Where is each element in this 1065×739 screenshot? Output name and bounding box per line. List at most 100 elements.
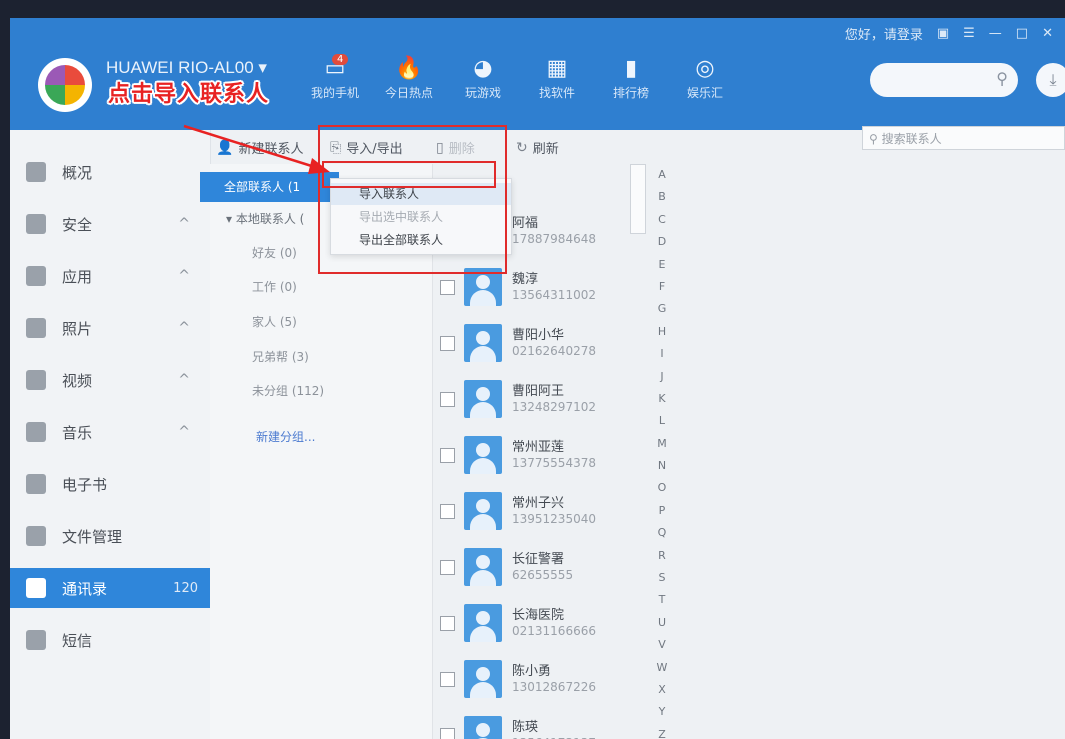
alpha-letter[interactable]: M	[652, 437, 672, 459]
alpha-letter[interactable]: F	[652, 280, 672, 302]
contact-checkbox[interactable]	[440, 728, 455, 739]
contact-checkbox[interactable]	[440, 392, 455, 407]
alpha-letter[interactable]: Y	[652, 705, 672, 727]
app-window: 您好，请登录 ▣ ☰ — □ ✕ HUAWEI RIO-AL00 ▾ ▭ 4 我…	[10, 18, 1065, 739]
avatar	[464, 660, 502, 698]
alpha-letter[interactable]: O	[652, 481, 672, 503]
contact-checkbox[interactable]	[440, 672, 455, 687]
nav-software[interactable]: ▦ 找软件	[520, 54, 594, 101]
group-family[interactable]: 家人 (5)	[252, 313, 297, 330]
minimize-icon[interactable]: —	[989, 26, 1002, 41]
alpha-letter[interactable]: S	[652, 571, 672, 593]
alpha-letter[interactable]: Q	[652, 526, 672, 548]
list-item[interactable]: 曹阳小华 02162640278	[432, 318, 632, 374]
contact-checkbox[interactable]	[440, 560, 455, 575]
group-friends[interactable]: 好友 (0)	[252, 244, 297, 261]
nav-hot-news[interactable]: 🔥 今日热点	[372, 54, 446, 101]
grid-icon	[26, 266, 46, 286]
list-item[interactable]: 陈瑛 13564173137	[432, 710, 632, 739]
alphabet-index: A B C D E F G H I J K L M N O P Q R S T …	[652, 168, 672, 739]
film-icon: ◎	[695, 56, 715, 81]
sidebar-item-contacts[interactable]: 通讯录 120	[10, 568, 210, 608]
alpha-letter[interactable]: L	[652, 414, 672, 436]
annotation-label: 点击导入联系人	[108, 82, 270, 107]
group-ungrouped[interactable]: 未分组 (112)	[252, 382, 324, 399]
nav-rankings[interactable]: ▮ 排行榜	[594, 54, 668, 101]
alpha-letter[interactable]: N	[652, 459, 672, 481]
sms-icon	[26, 630, 46, 650]
list-item[interactable]: 长征警署 62655555	[432, 542, 632, 598]
video-icon	[26, 370, 46, 390]
alpha-letter[interactable]: X	[652, 683, 672, 705]
login-link[interactable]: 您好，请登录	[845, 24, 923, 43]
alpha-letter[interactable]: E	[652, 258, 672, 280]
alpha-letter[interactable]: D	[652, 235, 672, 257]
contact-search-input[interactable]: ⚲ 搜索联系人	[862, 126, 1065, 150]
sidebar-item-security[interactable]: 安全 ^	[10, 204, 210, 244]
nav-games[interactable]: ◕ 玩游戏	[446, 54, 520, 101]
list-item[interactable]: 曹阳阿王 13248297102	[432, 374, 632, 430]
alpha-letter[interactable]: I	[652, 347, 672, 369]
avatar	[464, 380, 502, 418]
download-button[interactable]: ⤓	[1036, 63, 1065, 97]
shield-icon	[26, 214, 46, 234]
alpha-letter[interactable]: B	[652, 190, 672, 212]
alpha-letter[interactable]: W	[652, 661, 672, 683]
nav-my-phone[interactable]: ▭ 4 我的手机	[298, 54, 372, 101]
contact-checkbox[interactable]	[440, 616, 455, 631]
contact-checkbox[interactable]	[440, 504, 455, 519]
refresh-button[interactable]: ↻ 刷新	[516, 138, 559, 158]
menu-icon[interactable]: ☰	[963, 26, 975, 41]
contact-checkbox[interactable]	[440, 280, 455, 295]
alpha-letter[interactable]: H	[652, 325, 672, 347]
home-icon	[26, 162, 46, 182]
list-item[interactable]: 陈小勇 13012867226	[432, 654, 632, 710]
device-selector[interactable]: HUAWEI RIO-AL00 ▾	[106, 58, 267, 78]
group-work[interactable]: 工作 (0)	[252, 278, 297, 295]
photo-icon	[26, 318, 46, 338]
alpha-letter[interactable]: U	[652, 616, 672, 638]
sidebar-item-files[interactable]: 文件管理	[10, 516, 210, 556]
alpha-letter[interactable]: R	[652, 549, 672, 571]
group-local-contacts[interactable]: ▾ 本地联系人 (	[226, 210, 304, 227]
chevron-up-icon[interactable]: ^	[178, 216, 190, 232]
list-scrollbar[interactable]	[630, 164, 646, 234]
list-item[interactable]: 长海医院 02131166666	[432, 598, 632, 654]
alpha-letter[interactable]: P	[652, 504, 672, 526]
alpha-letter[interactable]: G	[652, 302, 672, 324]
sidebar-item-music[interactable]: 音乐 ^	[10, 412, 210, 452]
new-group-link[interactable]: 新建分组...	[256, 428, 315, 445]
sidebar-item-sms[interactable]: 短信	[10, 620, 210, 660]
top-search-input[interactable]: ⚲	[870, 63, 1018, 97]
alpha-letter[interactable]: C	[652, 213, 672, 235]
alpha-letter[interactable]: K	[652, 392, 672, 414]
group-brothers[interactable]: 兄弟帮 (3)	[252, 348, 309, 365]
top-nav: ▭ 4 我的手机 🔥 今日热点 ◕ 玩游戏 ▦ 找软件 ▮ 排行榜 ◎ 娱乐汇	[298, 54, 742, 101]
sidebar-item-apps[interactable]: 应用 ^	[10, 256, 210, 296]
chevron-up-icon[interactable]: ^	[178, 372, 190, 388]
sidebar: 概况 安全 ^ 应用 ^ 照片 ^ 视频 ^ 音乐 ^ 电子书 文件管理 通讯录…	[10, 130, 211, 739]
maximize-icon[interactable]: □	[1016, 26, 1028, 41]
alpha-letter[interactable]: Z	[652, 728, 672, 739]
nav-entertainment[interactable]: ◎ 娱乐汇	[668, 54, 742, 101]
alpha-letter[interactable]: T	[652, 593, 672, 615]
alpha-letter[interactable]: V	[652, 638, 672, 660]
list-item[interactable]: 常州子兴 13951235040	[432, 486, 632, 542]
sidebar-item-ebooks[interactable]: 电子书	[10, 464, 210, 504]
contact-checkbox[interactable]	[440, 448, 455, 463]
alpha-letter[interactable]: J	[652, 370, 672, 392]
chevron-up-icon[interactable]: ^	[178, 424, 190, 440]
highlight-box-outer	[318, 125, 507, 274]
avatar	[464, 716, 502, 739]
chevron-up-icon[interactable]: ^	[178, 320, 190, 336]
sidebar-item-photos[interactable]: 照片 ^	[10, 308, 210, 348]
sidebar-item-videos[interactable]: 视频 ^	[10, 360, 210, 400]
list-item[interactable]: 常州亚莲 13775554378	[432, 430, 632, 486]
contact-checkbox[interactable]	[440, 336, 455, 351]
search-icon: ⚲	[869, 132, 882, 146]
alpha-letter[interactable]: A	[652, 168, 672, 190]
close-icon[interactable]: ✕	[1042, 26, 1053, 41]
message-icon[interactable]: ▣	[937, 26, 949, 41]
chevron-up-icon[interactable]: ^	[178, 268, 190, 284]
contacts-icon	[26, 578, 46, 598]
